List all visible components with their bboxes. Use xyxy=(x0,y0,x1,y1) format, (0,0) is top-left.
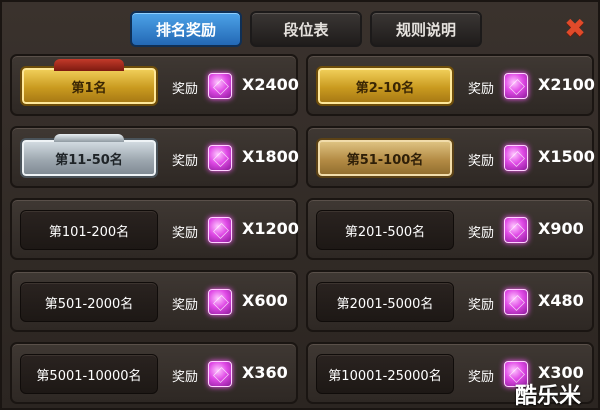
reward-amount: X480 xyxy=(538,291,584,310)
reward-row: 第101-200名 奖励 X1200 第201-500名 奖励 X900 xyxy=(10,198,594,260)
gem-icon xyxy=(504,145,528,171)
reward-amount: X900 xyxy=(538,219,584,238)
reward-label: 奖励 xyxy=(468,154,495,169)
rank-label: 第201-500名 xyxy=(344,224,426,240)
rank-plate: 第5001-10000名 xyxy=(20,354,158,394)
rank-plate: 第51-100名 xyxy=(316,138,454,178)
reward-row: 第5001-10000名 奖励 X360 第10001-25000名 奖励 X3… xyxy=(10,342,594,404)
gem-icon xyxy=(208,73,232,99)
rank-label: 第11-50名 xyxy=(55,152,123,168)
gem-icon xyxy=(504,289,528,315)
reward-row: 第11-50名 奖励 X1800 第51-100名 奖励 X1500 xyxy=(10,126,595,188)
gem-icon xyxy=(504,217,528,243)
rank-plate: 第1名 xyxy=(20,59,158,106)
reward-label: 奖励 xyxy=(468,370,495,385)
rank-plate: 第10001-25000名 xyxy=(316,354,454,394)
reward-amount: X1500 xyxy=(538,147,595,166)
reward-card-6: 第201-500名 奖励 X900 xyxy=(306,198,594,260)
reward-amount: X360 xyxy=(242,363,288,382)
reward-amount: X1800 xyxy=(242,147,299,166)
rank-label: 第2001-5000名 xyxy=(336,296,434,312)
reward-card-9: 第5001-10000名 奖励 X360 xyxy=(10,342,298,404)
close-icon[interactable]: ✖ xyxy=(562,16,588,42)
ribbon-decoration xyxy=(54,59,124,71)
gem-icon xyxy=(208,361,232,387)
rank-plate: 第2001-5000名 xyxy=(316,282,454,322)
rank-label: 第101-200名 xyxy=(48,224,130,240)
reward-amount: X2100 xyxy=(538,75,595,94)
rank-label: 第501-2000名 xyxy=(44,296,134,312)
rank-label: 第1名 xyxy=(71,80,107,96)
reward-card-2: 第2-10名 奖励 X2100 xyxy=(306,54,595,116)
reward-card-4: 第51-100名 奖励 X1500 xyxy=(306,126,595,188)
reward-label: 奖励 xyxy=(172,226,199,241)
reward-card-8: 第2001-5000名 奖励 X480 xyxy=(306,270,594,332)
reward-amount: X600 xyxy=(242,291,288,310)
reward-amount: X1200 xyxy=(242,219,299,238)
reward-row: 第1名 奖励 X2400 第2-10名 奖励 X2100 xyxy=(10,54,595,116)
watermark-logo: 酷乐米 xyxy=(515,384,582,409)
tab-bar: 排名奖励 段位表 规则说明 xyxy=(130,11,482,47)
rank-label: 第2-10名 xyxy=(355,80,415,96)
rank-plate: 第101-200名 xyxy=(20,210,158,250)
reward-card-3: 第11-50名 奖励 X1800 xyxy=(10,126,299,188)
reward-grid: 第1名 奖励 X2400 第2-10名 奖励 X2100 第11-50名 奖励 … xyxy=(10,54,595,410)
reward-label: 奖励 xyxy=(468,82,495,97)
reward-card-1: 第1名 奖励 X2400 xyxy=(10,54,299,116)
rank-plate: 第501-2000名 xyxy=(20,282,158,322)
crest-decoration xyxy=(54,134,124,142)
rank-plate: 第201-500名 xyxy=(316,210,454,250)
reward-panel: 排名奖励 段位表 规则说明 ✖ 第1名 奖励 X2400 第2-10名 奖励 X… xyxy=(0,0,600,410)
reward-label: 奖励 xyxy=(468,226,495,241)
rank-plate: 第11-50名 xyxy=(20,134,158,178)
tab-tier-table[interactable]: 段位表 xyxy=(250,11,362,47)
gem-icon xyxy=(208,217,232,243)
reward-label: 奖励 xyxy=(172,298,199,313)
rank-label: 第51-100名 xyxy=(346,152,424,168)
tab-rules[interactable]: 规则说明 xyxy=(370,11,482,47)
rank-plate: 第2-10名 xyxy=(316,66,454,106)
reward-label: 奖励 xyxy=(172,370,199,385)
tab-rank-rewards[interactable]: 排名奖励 xyxy=(130,11,242,47)
reward-card-5: 第101-200名 奖励 X1200 xyxy=(10,198,299,260)
reward-label: 奖励 xyxy=(468,298,495,313)
rank-label: 第5001-10000名 xyxy=(36,368,142,384)
rank-label: 第10001-25000名 xyxy=(328,368,442,384)
gem-icon xyxy=(504,73,528,99)
gem-icon xyxy=(208,145,232,171)
reward-amount: X2400 xyxy=(242,75,299,94)
reward-label: 奖励 xyxy=(172,154,199,169)
gem-icon xyxy=(208,289,232,315)
reward-row: 第501-2000名 奖励 X600 第2001-5000名 奖励 X480 xyxy=(10,270,594,332)
reward-card-7: 第501-2000名 奖励 X600 xyxy=(10,270,298,332)
reward-label: 奖励 xyxy=(172,82,199,97)
